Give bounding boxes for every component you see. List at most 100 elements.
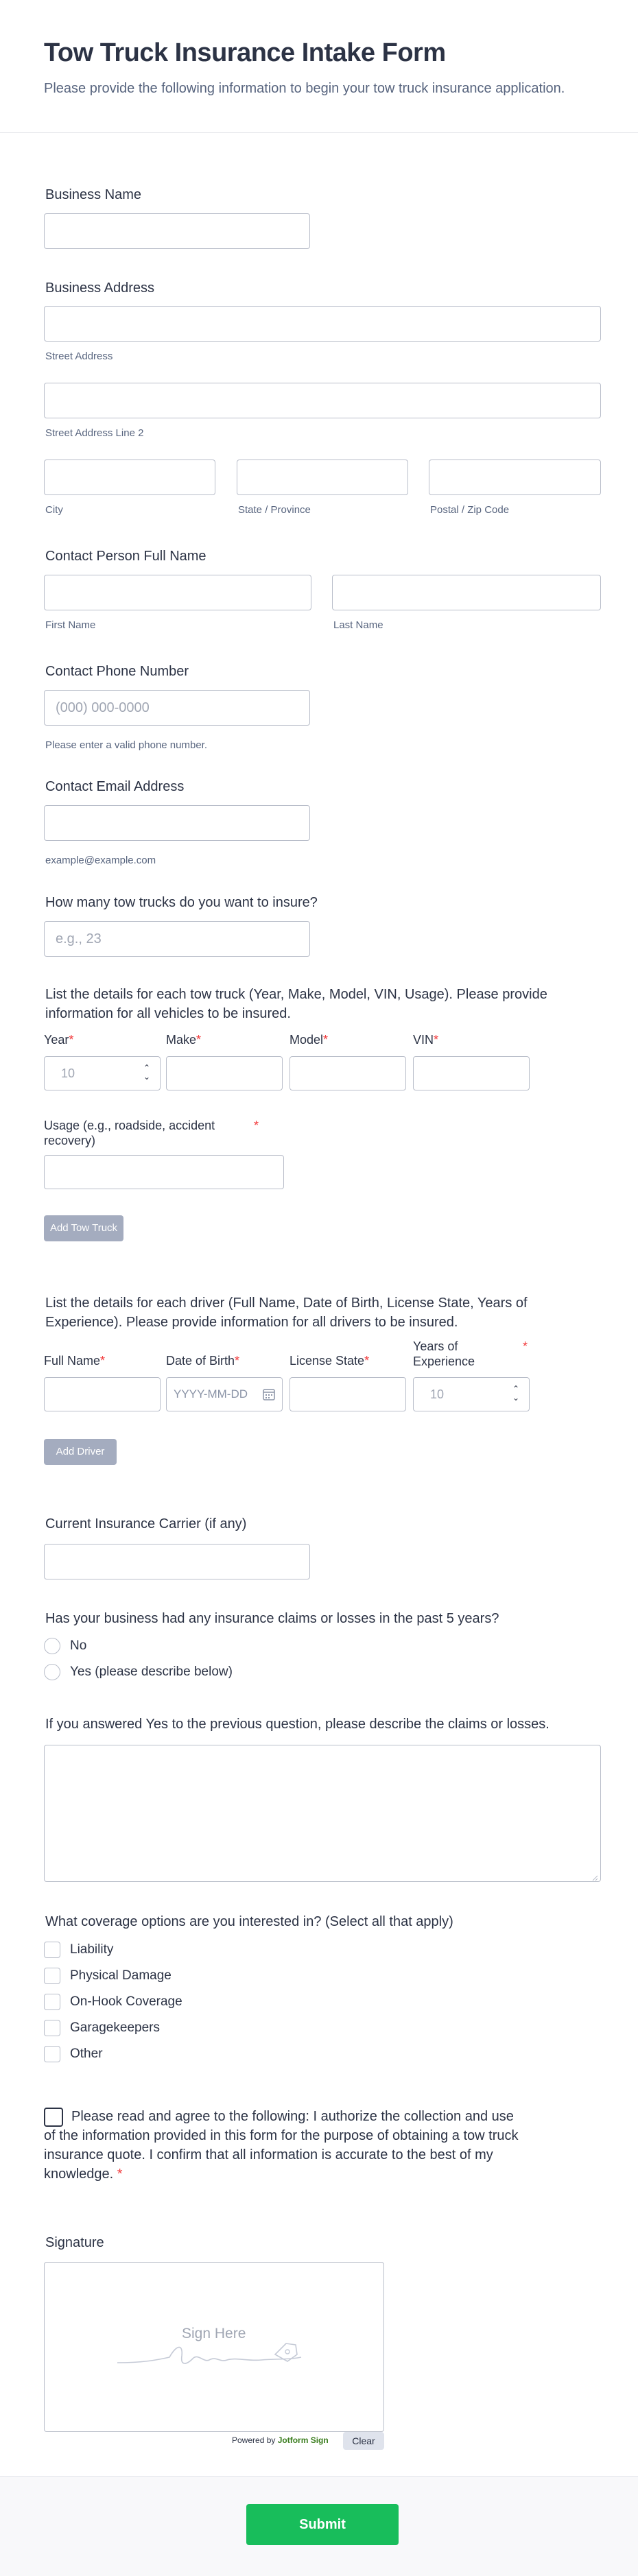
coverage-option-garagekeepers[interactable]: Garagekeepers: [44, 2015, 182, 2041]
spinner-icon[interactable]: ⌃ ⌄: [142, 1064, 152, 1084]
license-state-column-label: License State: [290, 1354, 365, 1368]
powered-by-text: Powered by Jotform Sign: [232, 2435, 329, 2445]
claims-options: No Yes (please describe below): [44, 1633, 233, 1685]
page-subtitle: Please provide the following information…: [44, 81, 565, 96]
signature-pad[interactable]: Sign Here: [44, 2262, 384, 2432]
vin-column-header: VIN*: [413, 1033, 438, 1047]
coverage-label: What coverage options are you interested…: [45, 1914, 453, 1929]
page-title: Tow Truck Insurance Intake Form: [44, 38, 446, 67]
calendar-icon[interactable]: [263, 1388, 275, 1400]
signature-label: Signature: [45, 2235, 104, 2250]
required-marker: *: [235, 1354, 240, 1368]
claims-option-yes[interactable]: Yes (please describe below): [44, 1659, 233, 1685]
full-name-column-header: Full Name*: [44, 1354, 105, 1368]
required-marker: *: [434, 1033, 439, 1047]
truck-count-label: How many tow trucks do you want to insur…: [45, 895, 318, 910]
full-name-column-label: Full Name: [44, 1354, 101, 1368]
spinner-icon[interactable]: ⌃ ⌄: [511, 1385, 521, 1405]
coverage-option-liability[interactable]: Liability: [44, 1937, 182, 1963]
required-marker: *: [523, 1339, 528, 1353]
dob-column-label: Date of Birth: [166, 1354, 235, 1368]
checkbox[interactable]: [44, 1942, 60, 1958]
street-address-2-input[interactable]: [44, 383, 601, 418]
usage-input[interactable]: [44, 1155, 284, 1189]
checkbox[interactable]: [44, 1968, 60, 1984]
phone-label: Contact Phone Number: [45, 664, 189, 679]
resize-handle-icon[interactable]: [591, 1872, 598, 1881]
claims-label: Has your business had any insurance clai…: [45, 1611, 499, 1626]
truck-count-placeholder: e.g., 23: [56, 931, 102, 946]
phone-input[interactable]: (000) 000-0000: [44, 690, 310, 726]
option-label: On-Hook Coverage: [70, 1994, 182, 2009]
required-marker: *: [117, 2167, 123, 2182]
carrier-label: Current Insurance Carrier (if any): [45, 1516, 247, 1531]
agreement-label: Please read and agree to the following: …: [44, 2109, 519, 2182]
checkbox[interactable]: [44, 2046, 60, 2062]
trucks-label: List the details for each tow truck (Yea…: [45, 987, 547, 1021]
street-address-input[interactable]: [44, 306, 601, 342]
make-input[interactable]: [166, 1056, 283, 1090]
make-column-label: Make: [166, 1033, 197, 1047]
coverage-options: Liability Physical Damage On-Hook Covera…: [44, 1937, 182, 2067]
radio-button[interactable]: [44, 1664, 60, 1680]
form-header: Tow Truck Insurance Intake Form Please p…: [0, 0, 638, 133]
claims-description-textarea[interactable]: [44, 1745, 601, 1882]
required-marker: *: [364, 1354, 370, 1368]
state-input[interactable]: [237, 460, 408, 495]
model-column-label: Model: [290, 1033, 324, 1047]
radio-button[interactable]: [44, 1638, 60, 1654]
required-marker: *: [323, 1033, 329, 1047]
option-label: Liability: [70, 1942, 114, 1957]
dob-input[interactable]: YYYY-MM-DD: [166, 1377, 283, 1411]
model-column-header: Model*: [290, 1033, 328, 1047]
business-address-label: Business Address: [45, 281, 154, 296]
coverage-option-on-hook[interactable]: On-Hook Coverage: [44, 1989, 182, 2015]
vin-input[interactable]: [413, 1056, 530, 1090]
submit-button[interactable]: Submit: [246, 2504, 399, 2545]
email-label: Contact Email Address: [45, 779, 185, 794]
years-input[interactable]: 10 ⌃ ⌄: [413, 1377, 530, 1411]
coverage-option-other[interactable]: Other: [44, 2041, 182, 2067]
checkbox[interactable]: [44, 1994, 60, 2010]
jotform-sign-brand: Jotform Sign: [277, 2435, 329, 2445]
state-sublabel: State / Province: [238, 504, 311, 516]
year-column-header: Year*: [44, 1033, 73, 1047]
city-sublabel: City: [45, 504, 63, 516]
dob-column-header: Date of Birth*: [166, 1354, 239, 1368]
claims-description-label: If you answered Yes to the previous ques…: [45, 1717, 550, 1732]
clear-signature-button[interactable]: Clear: [343, 2432, 384, 2450]
option-label: Physical Damage: [70, 1968, 172, 1983]
coverage-option-physical-damage[interactable]: Physical Damage: [44, 1963, 182, 1989]
first-name-input[interactable]: [44, 575, 311, 610]
claims-option-no[interactable]: No: [44, 1633, 233, 1659]
model-input[interactable]: [290, 1056, 406, 1090]
form-footer: Submit: [0, 2476, 638, 2576]
carrier-input[interactable]: [44, 1544, 310, 1579]
make-column-header: Make*: [166, 1033, 201, 1047]
business-name-label: Business Name: [45, 187, 142, 202]
required-marker: *: [196, 1033, 202, 1047]
city-input[interactable]: [44, 460, 215, 495]
form-page: Tow Truck Insurance Intake Form Please p…: [0, 0, 638, 2576]
phone-placeholder: (000) 000-0000: [56, 700, 150, 715]
business-name-input[interactable]: [44, 213, 310, 249]
vin-column-label: VIN: [413, 1033, 434, 1047]
year-input[interactable]: 10 ⌃ ⌄: [44, 1056, 161, 1090]
email-hint: example@example.com: [45, 855, 156, 866]
license-state-input[interactable]: [290, 1377, 406, 1411]
add-tow-truck-button[interactable]: Add Tow Truck: [44, 1215, 123, 1241]
driver-full-name-input[interactable]: [44, 1377, 161, 1411]
option-label: No: [70, 1638, 87, 1653]
checkbox[interactable]: [44, 2020, 60, 2036]
license-state-column-header: License State*: [290, 1354, 369, 1368]
signature-squiggle-icon: [117, 2343, 302, 2364]
zip-input[interactable]: [429, 460, 601, 495]
usage-column-label: Usage (e.g., roadside, accident recovery…: [44, 1119, 215, 1147]
add-driver-button[interactable]: Add Driver: [44, 1439, 117, 1465]
required-marker: *: [254, 1119, 259, 1132]
option-label: Yes (please describe below): [70, 1665, 233, 1679]
last-name-input[interactable]: [332, 575, 601, 610]
phone-hint: Please enter a valid phone number.: [45, 739, 207, 751]
truck-count-input[interactable]: e.g., 23: [44, 921, 310, 957]
email-input[interactable]: [44, 805, 310, 841]
